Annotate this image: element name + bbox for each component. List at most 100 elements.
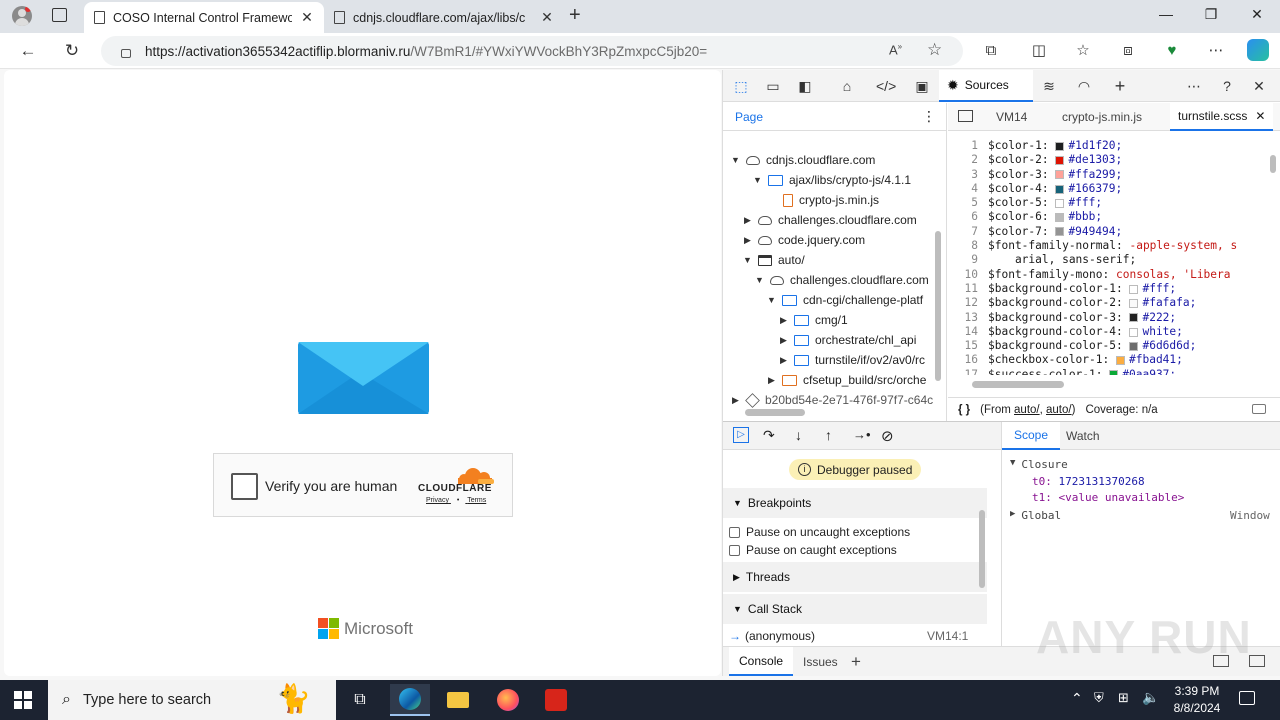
scope-closure[interactable]: ▼ Closure: [1010, 458, 1068, 471]
back-icon[interactable]: ←: [16, 39, 40, 63]
navigator-horizontal-scrollbar[interactable]: [745, 409, 805, 416]
tab-page[interactable]: Page: [735, 110, 763, 124]
editor-tab-vm14[interactable]: VM14: [988, 103, 1035, 131]
line-number[interactable]: 2: [948, 153, 988, 167]
tree-item[interactable]: ▼ cdnjs.cloudflare.com: [731, 150, 875, 170]
read-aloud-icon[interactable]: A»: [889, 42, 902, 57]
deactivate-breakpoints-icon[interactable]: ⊘: [881, 427, 894, 445]
network-icon[interactable]: ⊞: [1118, 690, 1129, 706]
more-icon[interactable]: ⋯: [1206, 41, 1226, 61]
navigator-vertical-scrollbar[interactable]: [935, 231, 941, 381]
refresh-icon[interactable]: ↻: [60, 39, 84, 63]
line-number[interactable]: 6: [948, 210, 988, 224]
line-number[interactable]: 9: [948, 253, 988, 267]
toggle-navigator-icon[interactable]: [958, 110, 973, 122]
call-stack-frame[interactable]: → (anonymous) VM14:1: [723, 626, 987, 646]
show-hidden-icons-icon[interactable]: ⌃: [1071, 690, 1083, 707]
color-swatch[interactable]: [1109, 370, 1119, 375]
tree-item[interactable]: ▼ ajax/libs/crypto-js/4.1.1: [753, 170, 911, 190]
line-number[interactable]: 16: [948, 353, 988, 367]
pause-caught-checkbox[interactable]: [729, 544, 740, 556]
extensions-icon[interactable]: ⧉: [981, 41, 1001, 61]
help-icon[interactable]: ?: [1217, 77, 1237, 95]
tab-issues[interactable]: Issues: [793, 647, 848, 676]
favorites-icon[interactable]: ☆: [1073, 41, 1093, 61]
color-swatch[interactable]: [1055, 198, 1065, 208]
tab-watch[interactable]: Watch: [1054, 422, 1112, 450]
tree-item[interactable]: ▶ cmg/1: [779, 310, 848, 330]
close-devtools-icon[interactable]: ✕: [1249, 77, 1269, 95]
tree-item[interactable]: ▶ code.jquery.com: [743, 230, 865, 250]
windows-start-icon[interactable]: [14, 691, 32, 709]
inspect-element-icon[interactable]: ⬚: [731, 77, 751, 95]
editor-vertical-scrollbar[interactable]: [1270, 155, 1276, 173]
threads-section[interactable]: ▶ Threads: [723, 562, 987, 592]
new-tab-icon[interactable]: +: [569, 4, 581, 27]
breakpoints-section[interactable]: ▼ Breakpoints: [723, 488, 987, 518]
performance-icon[interactable]: ♥: [1162, 41, 1182, 61]
tree-item[interactable]: ▶ turnstile/if/ov2/av0/rc: [779, 350, 925, 370]
frame-location[interactable]: VM14:1: [927, 629, 968, 643]
color-swatch[interactable]: [1129, 298, 1139, 308]
tab-sources[interactable]: ✹ Sources: [939, 70, 1033, 102]
volume-icon[interactable]: 🔈: [1142, 689, 1159, 706]
taskbar-search[interactable]: ⌕ Type here to search 🐈: [48, 680, 336, 720]
welcome-home-icon[interactable]: ⌂: [837, 77, 857, 95]
performance-gauge-icon[interactable]: ◠: [1074, 77, 1094, 95]
acrobat-icon[interactable]: [536, 684, 576, 716]
editor-tab-crypto-js[interactable]: crypto-js.min.js: [1054, 103, 1150, 131]
device-emulation-icon[interactable]: ▭: [763, 77, 783, 95]
security-icon[interactable]: ⛨: [1094, 690, 1104, 706]
edge-taskbar-icon[interactable]: [390, 684, 430, 716]
elements-icon[interactable]: </>: [876, 77, 896, 95]
firefox-icon[interactable]: [488, 684, 528, 716]
line-number[interactable]: 12: [948, 296, 988, 310]
editor-tab-turnstile-scss[interactable]: turnstile.scss ✕: [1170, 103, 1274, 131]
line-number[interactable]: 7: [948, 225, 988, 239]
pause-caught-row[interactable]: Pause on caught exceptions: [729, 543, 897, 557]
step-out-icon[interactable]: ↑: [825, 427, 832, 443]
line-number[interactable]: 11: [948, 282, 988, 296]
line-number[interactable]: 17: [948, 368, 988, 375]
line-number[interactable]: 14: [948, 325, 988, 339]
close-tab-icon[interactable]: ✕: [300, 9, 314, 26]
minimize-icon[interactable]: —: [1156, 6, 1176, 22]
step-icon[interactable]: →•: [853, 427, 871, 442]
collections-icon[interactable]: ⧈: [1118, 41, 1138, 61]
tree-item[interactable]: ▶ b20bd54e-2e71-476f-97f7-c64c: [731, 390, 933, 410]
tree-item[interactable]: ▶ cfsetup_build/src/orche: [767, 370, 926, 390]
color-swatch[interactable]: [1055, 155, 1065, 165]
source-link[interactable]: auto/: [1046, 404, 1072, 416]
color-swatch[interactable]: [1129, 327, 1139, 337]
dock-side-icon[interactable]: ◧: [795, 77, 815, 95]
step-into-icon[interactable]: ↓: [795, 427, 802, 443]
call-stack-section[interactable]: ▼ Call Stack: [723, 594, 987, 624]
line-number[interactable]: 15: [948, 339, 988, 353]
step-over-icon[interactable]: ↷: [763, 427, 775, 444]
debugger-sidebar-scrollbar[interactable]: [979, 510, 985, 588]
color-swatch[interactable]: [1129, 284, 1139, 294]
line-number[interactable]: 1: [948, 139, 988, 153]
line-number[interactable]: 13: [948, 311, 988, 325]
color-swatch[interactable]: [1055, 141, 1065, 151]
close-window-icon[interactable]: ✕: [1247, 6, 1267, 23]
pause-uncaught-row[interactable]: Pause on uncaught exceptions: [729, 525, 910, 539]
editor-horizontal-scrollbar[interactable]: [972, 381, 1064, 388]
url-bar[interactable]: https://activation3655342actiflip.blorma…: [101, 36, 963, 66]
color-swatch[interactable]: [1116, 356, 1125, 366]
color-swatch[interactable]: [1129, 313, 1139, 323]
close-editor-tab-icon[interactable]: ✕: [1255, 109, 1265, 123]
tab-scope[interactable]: Scope: [1002, 422, 1061, 450]
line-number[interactable]: 10: [948, 268, 988, 282]
taskbar-clock[interactable]: 3:39 PM 8/8/2024: [1170, 683, 1224, 717]
privacy-link[interactable]: Privacy: [426, 497, 449, 504]
color-swatch[interactable]: [1055, 227, 1065, 237]
color-swatch[interactable]: [1129, 341, 1139, 351]
color-swatch[interactable]: [1055, 184, 1065, 194]
tree-item[interactable]: ▼ auto/: [743, 250, 805, 270]
file-explorer-icon[interactable]: [438, 684, 478, 716]
resume-icon[interactable]: ▷: [733, 427, 749, 443]
line-number[interactable]: 5: [948, 196, 988, 210]
line-number[interactable]: 8: [948, 239, 988, 253]
pause-uncaught-checkbox[interactable]: [729, 526, 740, 538]
